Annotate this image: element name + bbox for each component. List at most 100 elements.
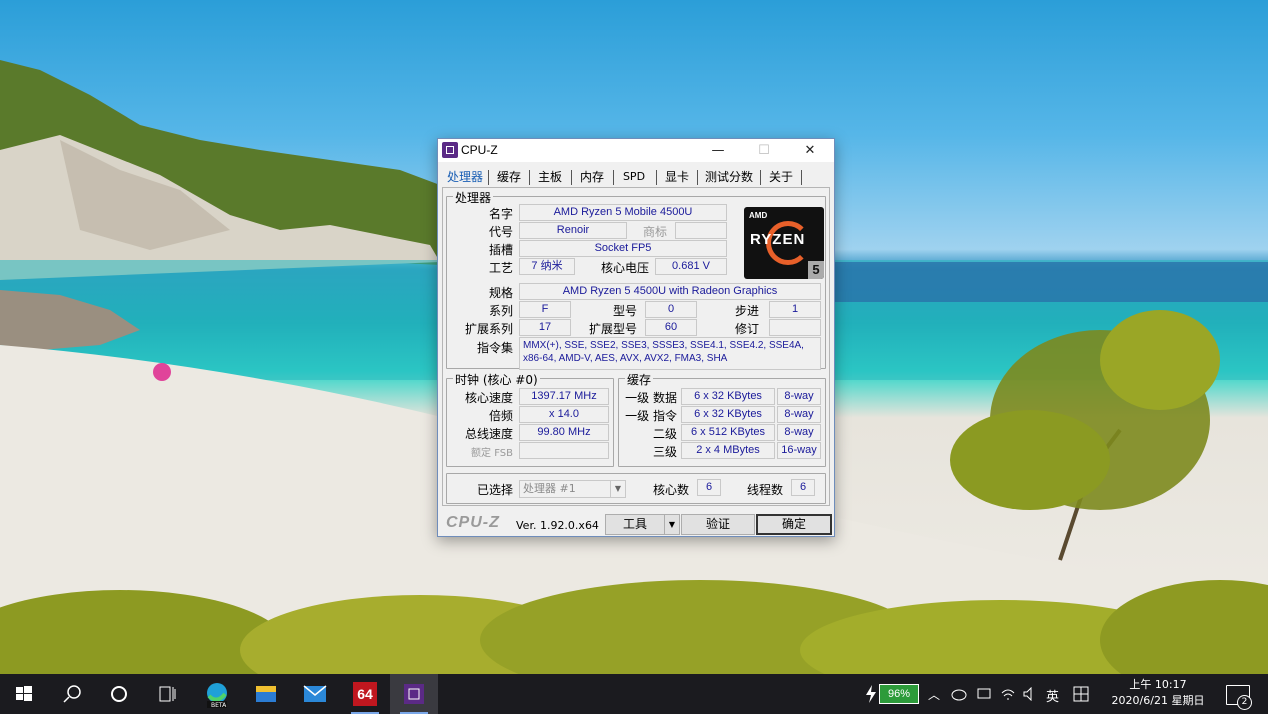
- tab-mainboard[interactable]: 主板: [533, 167, 567, 187]
- processor-select-value: 处理器 #1: [523, 482, 576, 495]
- rated-fsb-label: 额定 FSB: [471, 448, 513, 459]
- ok-button[interactable]: 确定: [756, 514, 832, 535]
- tab-about[interactable]: 关于: [764, 167, 798, 187]
- processor-panel: 处理器 名字 AMD Ryzen 5 Mobile 4500U 代号 Renoi…: [442, 187, 830, 506]
- window-title: CPU-Z: [461, 143, 498, 157]
- tab-graphics[interactable]: 显卡: [660, 167, 694, 187]
- tab-processor[interactable]: 处理器: [444, 167, 486, 187]
- socket-label: 插槽: [488, 243, 513, 257]
- mail-icon[interactable]: [291, 674, 339, 714]
- cortana-icon[interactable]: [96, 674, 144, 714]
- cache-l1d-label: 一级 数据: [625, 391, 677, 405]
- tab-separator: [697, 170, 698, 185]
- cloud-icon[interactable]: [950, 687, 968, 701]
- multiplier-label: 倍频: [488, 409, 513, 423]
- model-label: 型号: [612, 304, 637, 318]
- clock-time: 上午 10:17: [1129, 678, 1187, 691]
- name-label: 名字: [488, 207, 513, 221]
- threads-field: 6: [791, 479, 815, 496]
- tab-bench[interactable]: 测试分数: [701, 167, 757, 187]
- task-view-icon[interactable]: [144, 674, 192, 714]
- cache-group-label: 缓存: [625, 371, 654, 388]
- volume-icon[interactable]: [1022, 687, 1038, 701]
- tab-separator: [529, 170, 530, 185]
- tech-label: 工艺: [488, 261, 513, 275]
- stepping-label: 步进: [734, 304, 759, 318]
- chevron-down-icon[interactable]: ▼: [610, 481, 625, 497]
- wifi-icon[interactable]: [1000, 687, 1016, 701]
- processor-select[interactable]: 处理器 #1 ▼: [519, 480, 626, 498]
- tab-separator: [613, 170, 614, 185]
- tab-separator: [801, 170, 802, 185]
- processor-group-label: 处理器: [453, 189, 494, 206]
- threads-label: 线程数: [746, 483, 783, 497]
- spec-label: 规格: [488, 286, 513, 300]
- tab-separator: [656, 170, 657, 185]
- cache-l1d-way: 8-way: [777, 388, 821, 405]
- close-button[interactable]: ✕: [787, 139, 833, 162]
- start-icon[interactable]: [0, 674, 48, 714]
- notification-count: 2: [1237, 695, 1252, 710]
- cache-group: 缓存 一级 数据 6 x 32 KBytes 8-way 一级 指令 6 x 3…: [618, 371, 826, 467]
- ext-model-label: 扩展型号: [588, 322, 637, 336]
- rated-fsb-field: [519, 442, 609, 459]
- family-field: F: [519, 301, 571, 318]
- tab-separator: [488, 170, 489, 185]
- ext-model-field: 60: [645, 319, 697, 336]
- selection-group: 已选择 处理器 #1 ▼ 核心数 6 线程数 6: [446, 473, 826, 504]
- clocks-group-label: 时钟 (核心 #0): [453, 371, 540, 388]
- voltage-label: 核心电压: [600, 261, 649, 275]
- cache-l2-label: 二级: [652, 427, 677, 441]
- cache-l1d-size: 6 x 32 KBytes: [681, 388, 775, 405]
- logo-text: RYZEN: [750, 231, 806, 248]
- cpu-z-window[interactable]: CPU-Z — ☐ ✕ 处理器 缓存 主板 内存 SPD 显卡 测试分数 关于 …: [437, 138, 835, 537]
- svg-text:BETA: BETA: [211, 702, 227, 709]
- minimize-button[interactable]: —: [695, 139, 741, 162]
- selected-label: 已选择: [476, 483, 513, 497]
- ime-mode-icon[interactable]: [1073, 686, 1089, 702]
- cache-l1i-label: 一级 指令: [625, 409, 677, 423]
- logo-brand: AMD: [749, 211, 768, 220]
- version-label: Ver. 1.92.0.x64: [516, 519, 599, 532]
- aida64-icon[interactable]: 64: [341, 674, 389, 714]
- ext-family-field: 17: [519, 319, 571, 336]
- validate-button[interactable]: 验证: [681, 514, 755, 535]
- cores-label: 核心数: [652, 483, 689, 497]
- search-icon[interactable]: [48, 674, 96, 714]
- cache-l2-way: 8-way: [777, 424, 821, 441]
- spec-field: AMD Ryzen 5 4500U with Radeon Graphics: [519, 283, 821, 300]
- battery-indicator[interactable]: 96%: [879, 684, 919, 704]
- device-icon[interactable]: [976, 687, 992, 701]
- ext-family-label: 扩展系列: [464, 322, 513, 336]
- bus-speed-label: 总线速度: [464, 427, 513, 441]
- ime-indicator[interactable]: 英: [1046, 686, 1059, 705]
- charging-icon[interactable]: [864, 684, 878, 704]
- revision-label: 修订: [734, 322, 759, 336]
- tab-memory[interactable]: 内存: [575, 167, 609, 187]
- instructions-field: MMX(+), SSE, SSE2, SSE3, SSSE3, SSE4.1, …: [519, 337, 821, 370]
- instructions-label: 指令集: [476, 341, 513, 355]
- title-bar[interactable]: CPU-Z — ☐ ✕: [438, 139, 834, 162]
- multiplier-field: x 14.0: [519, 406, 609, 423]
- tab-cache[interactable]: 缓存: [492, 167, 526, 187]
- file-explorer-icon[interactable]: [242, 674, 290, 714]
- maximize-button[interactable]: ☐: [741, 139, 787, 162]
- logo-tier: 5: [808, 261, 824, 279]
- tab-spd[interactable]: SPD: [618, 167, 650, 187]
- name-field: AMD Ryzen 5 Mobile 4500U: [519, 204, 727, 221]
- socket-field: Socket FP5: [519, 240, 727, 257]
- tools-button[interactable]: 工具: [605, 514, 665, 535]
- tools-dropdown-icon[interactable]: ▼: [664, 514, 680, 535]
- chevron-up-icon[interactable]: ︿: [928, 686, 940, 703]
- clock[interactable]: 上午 10:17 2020/6/21 星期日: [1100, 677, 1216, 709]
- cpu-z-app-icon: [442, 142, 458, 158]
- tab-separator: [760, 170, 761, 185]
- cpu-z-icon[interactable]: [390, 674, 438, 714]
- processor-group: 处理器 名字 AMD Ryzen 5 Mobile 4500U 代号 Renoi…: [446, 189, 826, 370]
- cache-l3-size: 2 x 4 MBytes: [681, 442, 775, 459]
- brand-field: [675, 222, 727, 239]
- edge-beta-icon[interactable]: BETA: [193, 674, 241, 714]
- cache-l3-way: 16-way: [777, 442, 821, 459]
- family-label: 系列: [488, 304, 513, 318]
- codename-label: 代号: [488, 225, 513, 239]
